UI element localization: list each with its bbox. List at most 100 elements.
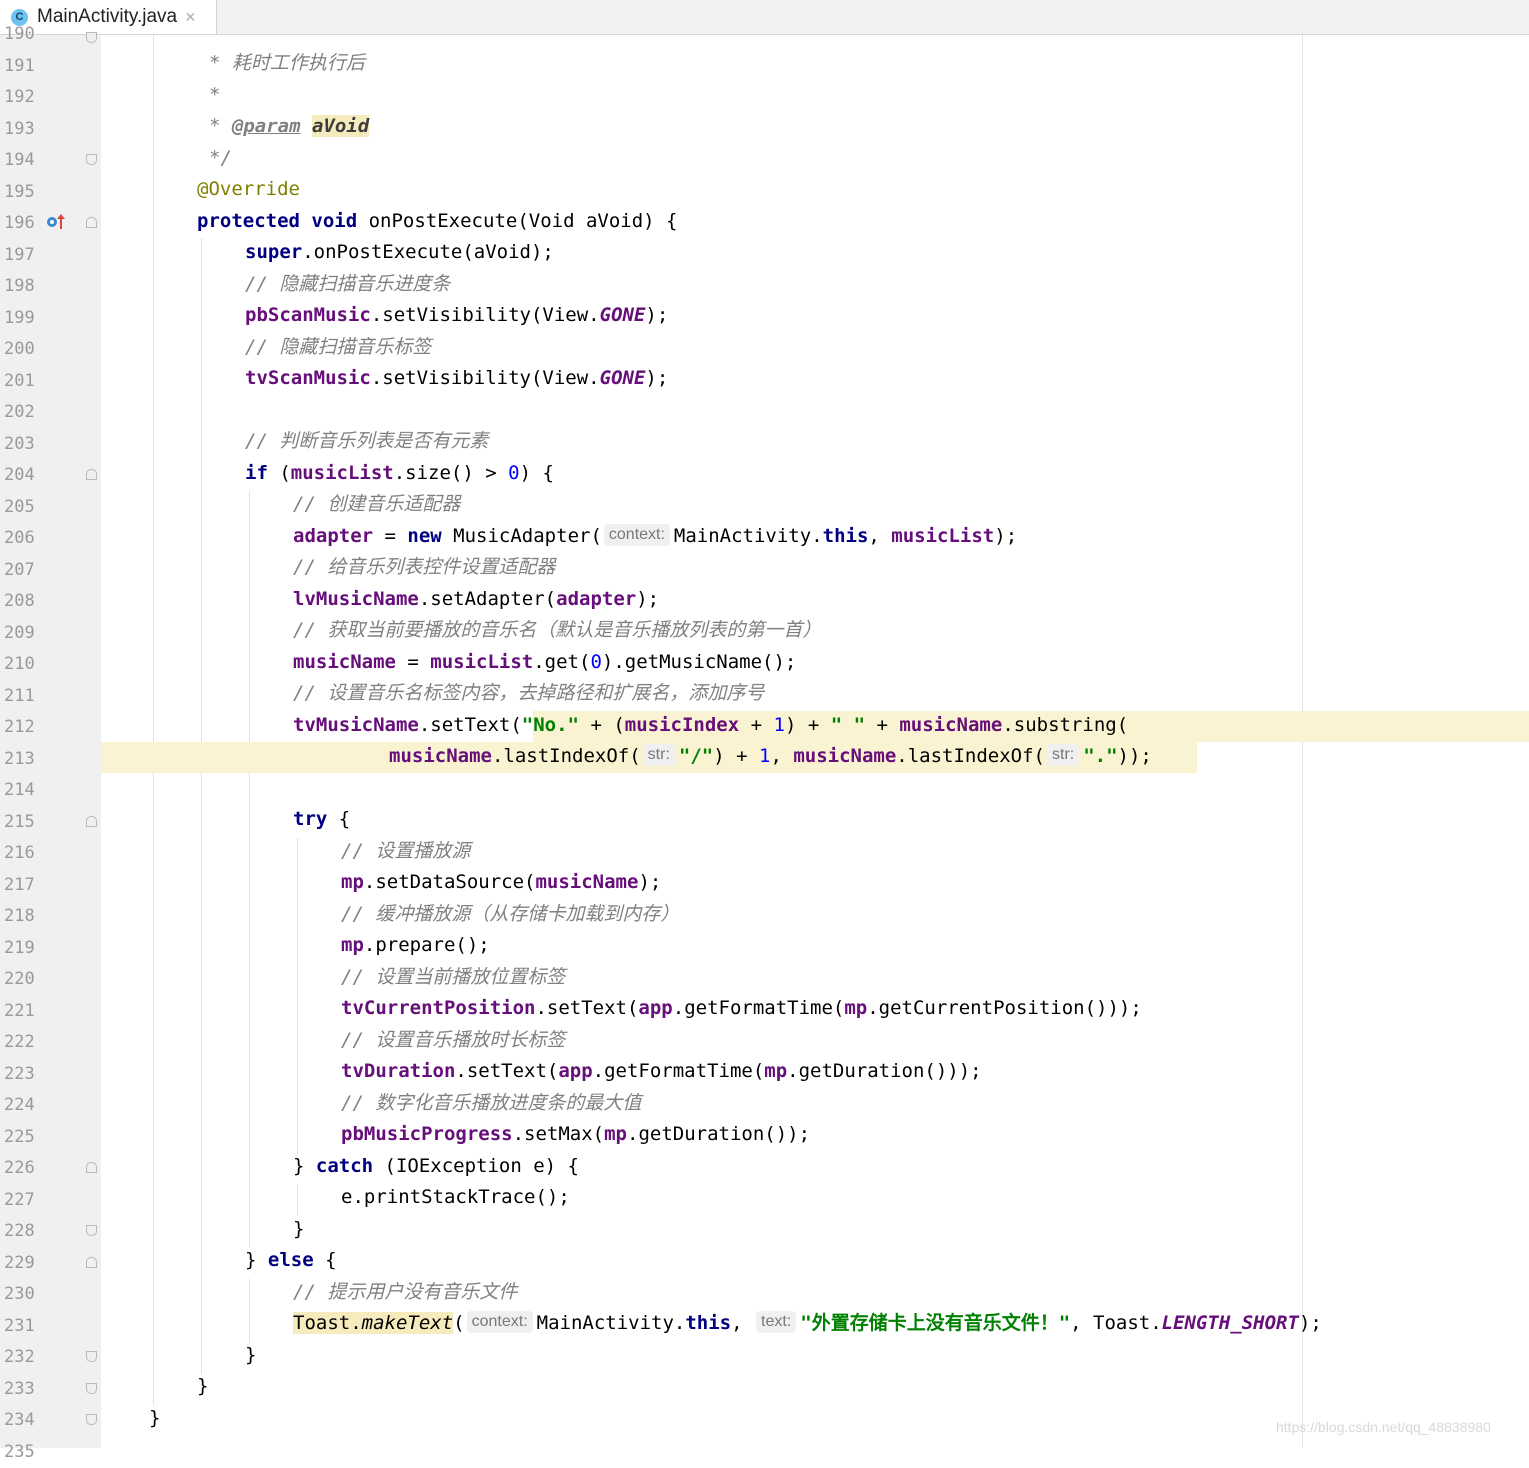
code-line-216[interactable]: // 设置播放源 bbox=[341, 836, 470, 868]
editor-tab-bar: C MainActivity.java × bbox=[0, 0, 1529, 35]
fold-marker[interactable] bbox=[86, 32, 97, 43]
fold-marker[interactable] bbox=[86, 1414, 97, 1425]
fold-marker[interactable] bbox=[86, 154, 97, 165]
code-line-219[interactable]: mp.prepare(); bbox=[341, 930, 490, 962]
indent-guide bbox=[153, 35, 154, 1405]
code-line-234[interactable]: } bbox=[149, 1403, 160, 1435]
code-line-199[interactable]: pbScanMusic.setVisibility(View.GONE); bbox=[245, 300, 668, 332]
fold-marker[interactable] bbox=[86, 1257, 97, 1268]
line-number: 204 bbox=[4, 460, 40, 492]
line-number: 199 bbox=[4, 303, 40, 335]
line-number: 223 bbox=[4, 1059, 40, 1091]
code-line-231[interactable]: Toast.makeText(context:MainActivity.this… bbox=[293, 1308, 1322, 1340]
code-line-208[interactable]: lvMusicName.setAdapter(adapter); bbox=[293, 584, 659, 616]
line-number: 213 bbox=[4, 744, 40, 776]
code-line-222[interactable]: // 设置音乐播放时长标签 bbox=[341, 1025, 565, 1057]
code-line-213[interactable]: musicName.lastIndexOf(str:"/") + 1, musi… bbox=[389, 741, 1152, 773]
line-number: 195 bbox=[4, 177, 40, 209]
line-number: 209 bbox=[4, 618, 40, 650]
line-number: 200 bbox=[4, 334, 40, 366]
line-number: 234 bbox=[4, 1405, 40, 1437]
line-number: 219 bbox=[4, 933, 40, 965]
line-number: 222 bbox=[4, 1027, 40, 1059]
code-line-224[interactable]: // 数字化音乐播放进度条的最大值 bbox=[341, 1088, 641, 1120]
doc-param: aVoid bbox=[312, 115, 369, 137]
param-hint: text: bbox=[756, 1311, 796, 1333]
code-line-210[interactable]: musicName = musicList.get(0).getMusicNam… bbox=[293, 647, 796, 679]
code-line-204[interactable]: if (musicList.size() > 0) { bbox=[245, 458, 554, 490]
code-line-229[interactable]: } else { bbox=[245, 1245, 337, 1277]
code-line-191[interactable]: * 耗时工作执行后 bbox=[209, 48, 365, 80]
line-number: 218 bbox=[4, 901, 40, 933]
line-number: 207 bbox=[4, 555, 40, 587]
code-line-217[interactable]: mp.setDataSource(musicName); bbox=[341, 867, 661, 899]
code-line-221[interactable]: tvCurrentPosition.setText(app.getFormatT… bbox=[341, 993, 1142, 1025]
indent-guide bbox=[249, 491, 250, 1248]
line-number: 216 bbox=[4, 838, 40, 870]
fold-marker[interactable] bbox=[86, 816, 97, 827]
code-line-223[interactable]: tvDuration.setText(app.getFormatTime(mp.… bbox=[341, 1056, 982, 1088]
line-number: 192 bbox=[4, 82, 40, 114]
line-number: 194 bbox=[4, 145, 40, 177]
code-line-207[interactable]: // 给音乐列表控件设置适配器 bbox=[293, 552, 555, 584]
code-line-192[interactable]: * bbox=[209, 80, 220, 112]
code-line-200[interactable]: // 隐藏扫描音乐标签 bbox=[245, 332, 431, 364]
code-line-209[interactable]: // 获取当前要播放的音乐名（默认是音乐播放列表的第一首） bbox=[293, 615, 821, 647]
fold-marker[interactable] bbox=[86, 469, 97, 480]
code-line-228[interactable]: } bbox=[293, 1214, 304, 1246]
indent-guide bbox=[297, 1184, 298, 1216]
code-line-233[interactable]: } bbox=[197, 1371, 208, 1403]
code-line-195[interactable]: @Override bbox=[197, 174, 300, 206]
line-number: 224 bbox=[4, 1090, 40, 1122]
line-number: 198 bbox=[4, 271, 40, 303]
line-number: 205 bbox=[4, 492, 40, 524]
line-number: 217 bbox=[4, 870, 40, 902]
line-number: 211 bbox=[4, 681, 40, 713]
line-number: 228 bbox=[4, 1216, 40, 1248]
line-number: 215 bbox=[4, 807, 40, 839]
line-number: 230 bbox=[4, 1279, 40, 1311]
fold-marker[interactable] bbox=[86, 1162, 97, 1173]
code-line-211[interactable]: // 设置音乐名标签内容，去掉路径和扩展名，添加序号 bbox=[293, 678, 764, 710]
close-icon[interactable]: × bbox=[185, 7, 196, 28]
code-line-226[interactable]: } catch (IOException e) { bbox=[293, 1151, 579, 1183]
code-line-225[interactable]: pbMusicProgress.setMax(mp.getDuration())… bbox=[341, 1119, 810, 1151]
code-line-194[interactable]: */ bbox=[209, 143, 232, 175]
code-line-215[interactable]: try { bbox=[293, 804, 350, 836]
fold-marker[interactable] bbox=[86, 217, 97, 228]
param-hint: context: bbox=[467, 1311, 533, 1333]
line-number: 226 bbox=[4, 1153, 40, 1185]
code-line-232[interactable]: } bbox=[245, 1340, 256, 1372]
code-line-220[interactable]: // 设置当前播放位置标签 bbox=[341, 962, 565, 994]
line-number: 206 bbox=[4, 523, 40, 555]
fold-marker[interactable] bbox=[86, 1351, 97, 1362]
line-number: 201 bbox=[4, 366, 40, 398]
code-line-196[interactable]: protected void onPostExecute(Void aVoid)… bbox=[197, 206, 677, 238]
line-number: 229 bbox=[4, 1248, 40, 1280]
code-line-201[interactable]: tvScanMusic.setVisibility(View.GONE); bbox=[245, 363, 668, 395]
line-number: 208 bbox=[4, 586, 40, 618]
override-method-icon[interactable] bbox=[46, 213, 68, 231]
code-line-230[interactable]: // 提示用户没有音乐文件 bbox=[293, 1277, 517, 1309]
param-hint: str: bbox=[643, 744, 675, 766]
code-line-205[interactable]: // 创建音乐适配器 bbox=[293, 489, 460, 521]
line-number: 212 bbox=[4, 712, 40, 744]
line-number: 221 bbox=[4, 996, 40, 1028]
fold-marker[interactable] bbox=[86, 1383, 97, 1394]
watermark: https://blog.csdn.net/qq_48838980 bbox=[1276, 1419, 1491, 1435]
code-line-203[interactable]: // 判断音乐列表是否有元素 bbox=[245, 426, 488, 458]
line-number: 225 bbox=[4, 1122, 40, 1154]
code-line-206[interactable]: adapter = new MusicAdapter(context:MainA… bbox=[293, 521, 1017, 553]
tab-label: MainActivity.java bbox=[37, 6, 177, 28]
line-number: 235 bbox=[4, 1437, 40, 1468]
code-line-197[interactable]: super.onPostExecute(aVoid); bbox=[245, 237, 554, 269]
code-line-193[interactable]: * @param aVoid bbox=[209, 111, 369, 143]
code-line-227[interactable]: e.printStackTrace(); bbox=[341, 1182, 570, 1214]
code-line-218[interactable]: // 缓冲播放源（从存储卡加载到内存） bbox=[341, 899, 679, 931]
code-line-212[interactable]: tvMusicName.setText("No." + (musicIndex … bbox=[293, 710, 1128, 742]
fold-marker[interactable] bbox=[86, 1225, 97, 1236]
line-number: 231 bbox=[4, 1311, 40, 1343]
code-line-198[interactable]: // 隐藏扫描音乐进度条 bbox=[245, 269, 450, 301]
line-number: 196 bbox=[4, 208, 40, 240]
param-hint: str: bbox=[1047, 744, 1079, 766]
